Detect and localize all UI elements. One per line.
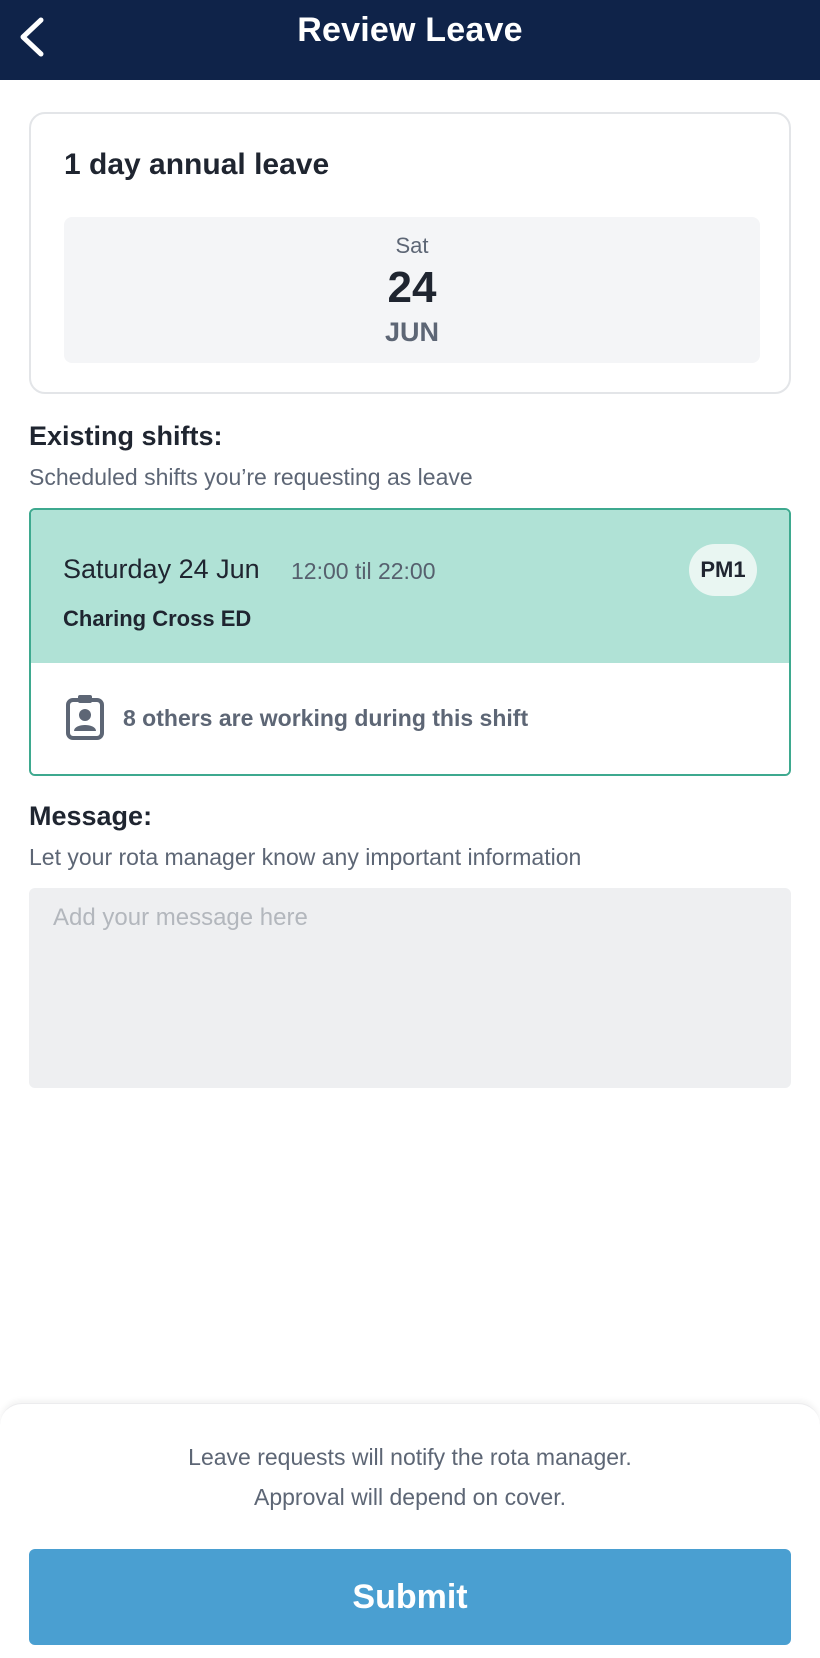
footer-sheet: Leave requests will notify the rota mana…: [0, 1403, 820, 1658]
leave-date-month: JUN: [384, 317, 439, 347]
leave-date-box: Sat 24 JUN: [64, 217, 760, 363]
message-subheading: Let your rota manager know any important…: [29, 844, 582, 870]
existing-shifts-subheading: Scheduled shifts you’re requesting as le…: [29, 464, 473, 490]
page-title: Review Leave: [297, 11, 523, 49]
header-bar: Review Leave: [0, 0, 820, 80]
shift-card-header: Saturday 24 Jun 12:00 til 22:00 Charing …: [31, 510, 789, 663]
existing-shifts-heading: Existing shifts:: [29, 421, 223, 451]
shift-colleagues-row[interactable]: 8 others are working during this shift: [31, 663, 789, 774]
message-input[interactable]: [29, 888, 791, 1088]
leave-date-number: 24: [387, 263, 437, 312]
colleagues-working-text: 8 others are working during this shift: [123, 705, 529, 731]
shift-card[interactable]: Saturday 24 Jun 12:00 til 22:00 Charing …: [29, 508, 791, 776]
footer-note-line2: Approval will depend on cover.: [254, 1484, 566, 1510]
leave-date-day: Sat: [395, 233, 429, 258]
shift-time: 12:00 til 22:00: [291, 558, 436, 584]
leave-title: 1 day annual leave: [64, 148, 330, 181]
leave-summary-card: 1 day annual leave Sat 24 JUN: [29, 112, 791, 394]
id-badge-icon: [66, 695, 104, 740]
shift-code-badge: PM1: [689, 544, 757, 596]
message-heading: Message:: [29, 801, 153, 831]
footer-note-line1: Leave requests will notify the rota mana…: [188, 1444, 632, 1470]
shift-location: Charing Cross ED: [63, 606, 252, 631]
shift-date: Saturday 24 Jun: [63, 554, 260, 584]
submit-button[interactable]: Submit: [29, 1549, 791, 1645]
